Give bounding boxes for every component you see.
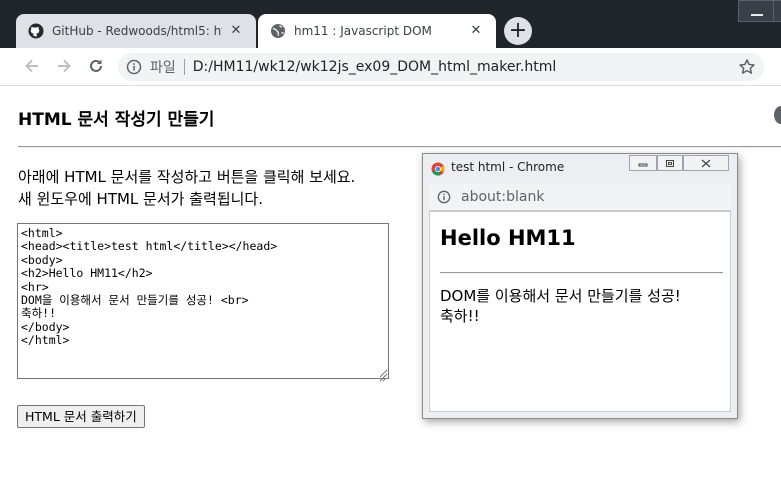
divider: [440, 272, 723, 274]
maximize-button[interactable]: [657, 155, 683, 171]
print-html-button[interactable]: HTML 문서 출력하기: [17, 405, 145, 428]
description-line: 새 윈도우에 HTML 문서가 출력됩니다.: [18, 190, 263, 208]
maximize-window-button[interactable]: [773, 0, 781, 22]
popup-window-controls: [629, 155, 731, 171]
description-line: 아래에 HTML 문서를 작성하고 버튼을 클릭해 보세요.: [18, 168, 356, 186]
popup-text: DOM를 이용해서 문서 만들기를 성공! 축하!!: [440, 286, 725, 326]
address-bar[interactable]: 파일 D:/HM11/wk12/wk12js_ex09_DOM_html_mak…: [118, 53, 764, 81]
star-icon[interactable]: [738, 58, 756, 76]
popup-title: test html - Chrome: [451, 160, 565, 174]
popup-window: test html - Chrome about:blank Hello HM1…: [422, 153, 738, 419]
popup-url-text: about:blank: [461, 189, 545, 205]
forward-arrow-icon[interactable]: [54, 56, 74, 76]
github-icon: [28, 23, 44, 39]
tab-title: GitHub - Redwoods/html5: html: [52, 24, 222, 38]
tab-hm11[interactable]: hm11 : Javascript DOM ✕: [258, 14, 496, 48]
popup-address-bar[interactable]: about:blank: [429, 184, 731, 211]
url-scheme-label: 파일: [150, 60, 176, 76]
popup-heading: Hello HM11: [440, 226, 576, 250]
browser-toolbar: 파일 D:/HM11/wk12/wk12js_ex09_DOM_html_mak…: [0, 48, 781, 124]
tab-github[interactable]: GitHub - Redwoods/html5: html ✕: [16, 14, 256, 48]
divider: [18, 146, 781, 148]
reload-icon[interactable]: [86, 56, 106, 76]
globe-icon: [270, 23, 286, 39]
popup-text-line: DOM를 이용해서 문서 만들기를 성공!: [440, 287, 681, 305]
extension-icon[interactable]: [774, 106, 781, 124]
resize-handle-icon[interactable]: [377, 367, 387, 382]
description: 아래에 HTML 문서를 작성하고 버튼을 클릭해 보세요. 새 윈도우에 HT…: [18, 166, 355, 210]
back-arrow-icon[interactable]: [22, 56, 42, 76]
popup-document: Hello HM11 DOM를 이용해서 문서 만들기를 성공! 축하!!: [429, 211, 731, 412]
url-text: D:/HM11/wk12/wk12js_ex09_DOM_html_maker.…: [192, 59, 557, 75]
minimize-window-button[interactable]: [738, 0, 774, 22]
new-tab-button[interactable]: +: [504, 17, 532, 45]
chrome-icon: [431, 161, 445, 176]
close-icon[interactable]: ✕: [228, 23, 244, 39]
tab-strip: GitHub - Redwoods/html5: html ✕ hm11 : J…: [0, 0, 781, 48]
info-icon[interactable]: [437, 190, 451, 204]
close-window-button[interactable]: [683, 155, 729, 171]
popup-text-line: 축하!!: [440, 307, 480, 325]
popup-titlebar[interactable]: test html - Chrome: [423, 154, 737, 182]
page-title: HTML 문서 작성기 만들기: [18, 110, 215, 130]
info-icon[interactable]: [126, 59, 142, 75]
close-icon[interactable]: ✕: [468, 23, 484, 39]
divider: [183, 59, 185, 75]
tab-title: hm11 : Javascript DOM: [294, 24, 432, 38]
html-source-textarea[interactable]: <html> <head><title>test html</title></h…: [17, 223, 389, 379]
minimize-button[interactable]: [629, 155, 657, 171]
